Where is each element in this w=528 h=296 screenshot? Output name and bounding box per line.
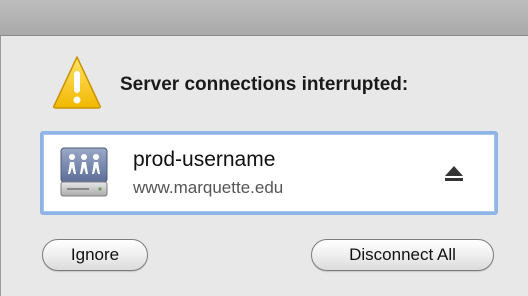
server-list-item[interactable]: prod-username www.marquette.edu [40,131,498,215]
window-titlebar [0,0,528,36]
warning-icon [52,54,102,110]
server-name: prod-username [133,148,276,171]
server-host: www.marquette.edu [133,178,284,197]
eject-icon[interactable] [443,162,465,184]
dialog-heading: Server connections interrupted: [120,74,409,95]
disconnect-all-button[interactable]: Disconnect All [311,239,494,271]
network-server-icon [59,146,109,200]
ignore-button[interactable]: Ignore [42,239,148,271]
